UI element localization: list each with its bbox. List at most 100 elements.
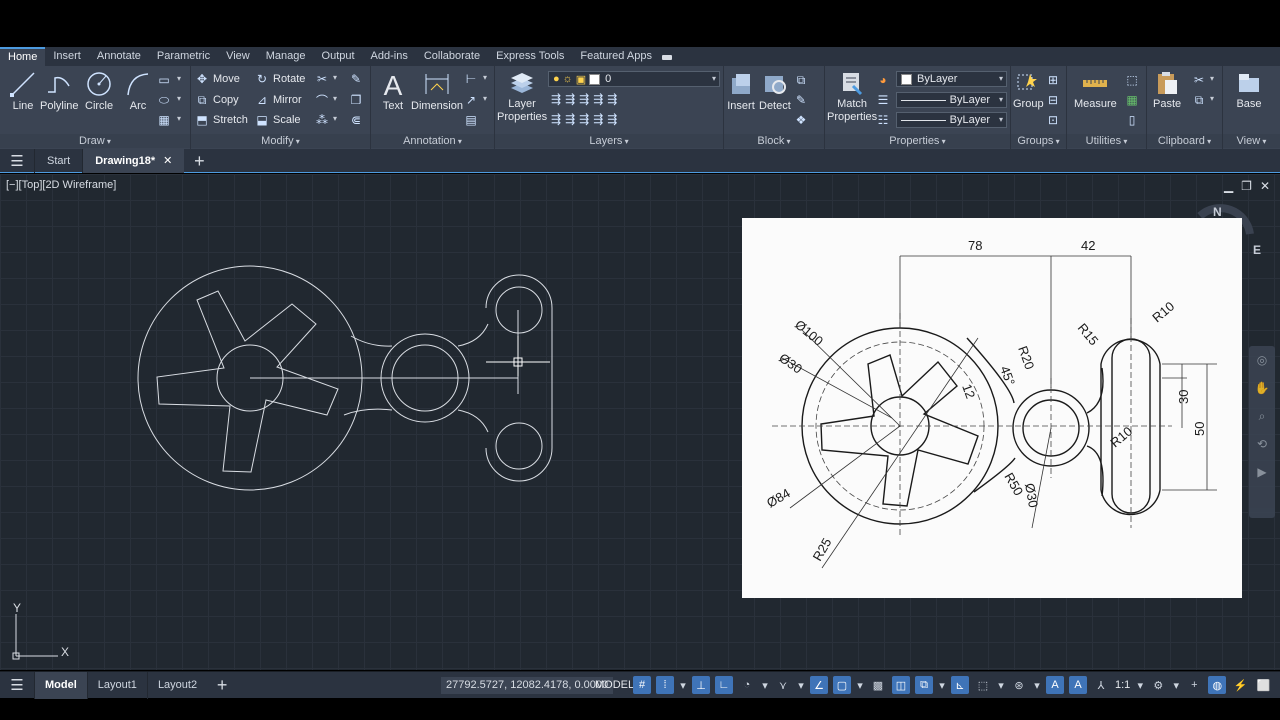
calculator-icon[interactable]: ▦ (1124, 92, 1140, 108)
tab-collaborate[interactable]: Collaborate (416, 47, 488, 66)
annotation-scale-icon[interactable]: ⅄ (1092, 676, 1110, 694)
grid-icon[interactable]: # (633, 676, 651, 694)
tab-manage[interactable]: Manage (258, 47, 314, 66)
layer-tool-icon[interactable]: ⇶ (607, 112, 617, 126)
group-button[interactable]: Group (1013, 70, 1044, 111)
layer-tool-icon[interactable]: ⇶ (607, 92, 617, 106)
layer-tool-icon[interactable]: ⇶ (551, 112, 561, 126)
tab-parametric[interactable]: Parametric (149, 47, 218, 66)
quick-select-icon[interactable]: ⬚ (1124, 72, 1140, 88)
group-edit-icon[interactable]: ⊟ (1045, 92, 1061, 108)
dynamic-ucs-icon[interactable]: ⬚ (974, 676, 992, 694)
orbit-icon[interactable]: ⟲ (1249, 430, 1275, 458)
layers-panel-title[interactable]: Layers (495, 134, 723, 148)
rectangle-icon[interactable]: ▭ (156, 72, 172, 88)
steering-wheel-icon[interactable]: ◎ (1249, 346, 1275, 374)
annotation-visibility-icon[interactable]: A (1046, 676, 1064, 694)
polyline-button[interactable]: Polyline (40, 70, 79, 113)
polar-icon[interactable]: ◔ (738, 676, 756, 694)
text-button[interactable]: A Text (379, 70, 407, 113)
tab-insert[interactable]: Insert (45, 47, 89, 66)
3d-osnap-icon[interactable]: ⊾ (951, 676, 969, 694)
iso-dropdown-icon[interactable]: ▾ (797, 676, 805, 694)
edit-block-icon[interactable]: ✎ (793, 92, 809, 108)
annotation-panel-title[interactable]: Annotation (371, 134, 494, 148)
explode-icon[interactable]: ❐ (348, 92, 364, 108)
showmotion-icon[interactable]: ▶ (1249, 458, 1275, 486)
new-tab-button[interactable]: + (184, 149, 214, 173)
hardware-acceleration-icon[interactable]: ⚡ (1231, 676, 1249, 694)
group-select-icon[interactable]: ⊡ (1045, 112, 1061, 128)
linetype-dropdown[interactable]: ByLayer ▾ (896, 92, 1007, 108)
clean-screen-icon[interactable]: ⬜ (1254, 676, 1272, 694)
lineweight-dropdown[interactable]: ByLayer ▾ (896, 112, 1007, 128)
osnap-dropdown-icon[interactable]: ▾ (856, 676, 864, 694)
tab-start[interactable]: Start (34, 148, 82, 173)
layer-tool-icon[interactable]: ⇶ (551, 92, 561, 106)
lineweight-toggle-icon[interactable]: ▩ (869, 676, 887, 694)
rotate-button[interactable]: ↻ Rotate (254, 70, 305, 88)
hamburger-menu-icon[interactable]: ☰ (0, 149, 34, 173)
attribute-icon[interactable]: ❖ (793, 112, 809, 128)
detect-button[interactable]: Detect (759, 70, 791, 113)
gizmo-dropdown-icon[interactable]: ▾ (1033, 676, 1041, 694)
layout-menu-icon[interactable]: ☰ (0, 672, 34, 699)
layer-tool-icon[interactable]: ⇶ (565, 92, 575, 106)
paste-button[interactable]: Paste (1153, 70, 1181, 111)
stretch-button[interactable]: ⬒ Stretch (194, 111, 248, 129)
linetype-icon[interactable]: ☷ (875, 112, 891, 128)
add-icon[interactable]: + (1185, 676, 1203, 694)
gear-icon[interactable]: ⚙ (1149, 676, 1167, 694)
groups-panel-title[interactable]: Groups (1011, 134, 1066, 148)
mirror-button[interactable]: ⊿ Mirror (254, 91, 302, 109)
tab-output[interactable]: Output (314, 47, 363, 66)
compass-east-label[interactable]: E (1253, 243, 1261, 257)
workspace-dropdown-icon[interactable]: ▾ (1172, 676, 1180, 694)
copy-button[interactable]: ⧉ Copy (194, 91, 239, 109)
scale-button[interactable]: ⬓ Scale (254, 111, 300, 129)
layer-tool-icon[interactable]: ⇶ (579, 92, 589, 106)
trim-icon[interactable]: ✂ (314, 71, 330, 87)
layer-tool-icon[interactable]: ⇶ (593, 92, 603, 106)
layer-tool-icon[interactable]: ⇶ (579, 112, 589, 126)
ortho-icon[interactable]: ∟ (715, 676, 733, 694)
drawing-viewport[interactable]: [−][Top][2D Wireframe] ▁ ❐ ✕ Y X N E ◎ ✋… (0, 174, 1280, 670)
layer-dropdown[interactable]: ● ☼ ▣ 0 ▾ (548, 71, 720, 87)
tab-layout2[interactable]: Layout2 (146, 671, 207, 699)
properties-panel-title[interactable]: Properties (825, 134, 1010, 148)
linear-dim-icon[interactable]: ⊢ (463, 71, 479, 87)
hatch-icon[interactable]: ⬭ (156, 92, 172, 108)
isodraft-icon[interactable]: ⋎ (774, 676, 792, 694)
array-icon[interactable]: ⁂ (314, 112, 330, 128)
snap-dropdown-icon[interactable]: ▾ (679, 676, 687, 694)
leader-icon[interactable]: ↗ (463, 92, 479, 108)
pan-icon[interactable]: ✋ (1249, 374, 1275, 402)
circle-button[interactable]: Circle (85, 70, 113, 113)
tab-annotate[interactable]: Annotate (89, 47, 149, 66)
ribbon-options-icon[interactable] (661, 53, 680, 61)
transparency-icon[interactable]: ◫ (892, 676, 910, 694)
view-panel-title[interactable]: View (1223, 134, 1280, 148)
cut-icon[interactable]: ✂ (1191, 72, 1207, 88)
erase-icon[interactable]: ✎ (348, 71, 364, 87)
tab-add-ins[interactable]: Add-ins (363, 47, 416, 66)
copy-clip-icon[interactable]: ⧉ (1191, 92, 1207, 108)
layer-tool-icon[interactable]: ⇶ (593, 112, 603, 126)
block-panel-title[interactable]: Block (724, 134, 824, 148)
move-button[interactable]: ✥ Move (194, 70, 240, 88)
gizmo-icon[interactable]: ⊛ (1010, 676, 1028, 694)
model-space-toggle[interactable]: MODEL (595, 677, 634, 694)
tab-featured-apps[interactable]: Featured Apps (572, 47, 660, 66)
color-wheel-icon[interactable]: ◕ (875, 72, 891, 88)
new-layout-button[interactable]: + (207, 672, 237, 699)
dimension-button[interactable]: Dimension (411, 70, 463, 113)
ungroup-icon[interactable]: ⊞ (1045, 72, 1061, 88)
layer-tool-icon[interactable]: ⇶ (565, 112, 575, 126)
arc-button[interactable]: Arc (124, 70, 152, 113)
clipboard-panel-title[interactable]: Clipboard (1147, 134, 1222, 148)
object-snap-tracking-icon[interactable]: ∠ (810, 676, 828, 694)
coordinate-readout[interactable]: 27792.5727, 12082.4178, 0.0000 (441, 677, 614, 694)
polar-dropdown-icon[interactable]: ▾ (761, 676, 769, 694)
scale-dropdown-icon[interactable]: ▾ (1136, 676, 1144, 694)
measure-button[interactable]: Measure (1074, 70, 1117, 111)
